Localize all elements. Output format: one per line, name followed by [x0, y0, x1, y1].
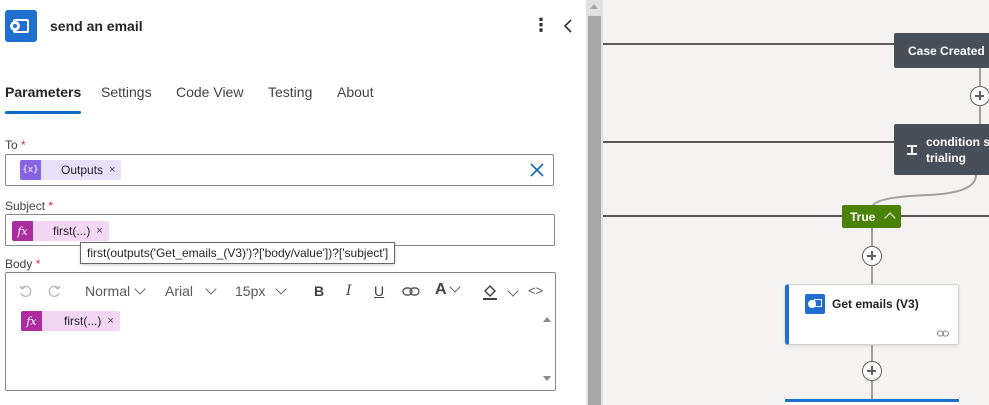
- scroll-up-icon[interactable]: [590, 4, 598, 9]
- expression-token[interactable]: fx first(...) ×: [12, 221, 109, 241]
- editor-toolbar: Normal Arial 15px B I U A <>: [6, 273, 556, 309]
- clear-icon[interactable]: [529, 162, 545, 178]
- required-mark: *: [48, 199, 54, 213]
- undo-icon[interactable]: [18, 284, 34, 300]
- connector-line: [603, 43, 895, 45]
- node-title: Get emails (V3): [832, 297, 919, 311]
- chevron-down-icon[interactable]: [507, 285, 519, 297]
- node-title: trialing: [926, 150, 967, 165]
- branch-label: True: [850, 209, 876, 224]
- code-view-button[interactable]: <>: [528, 283, 543, 298]
- required-mark: *: [35, 257, 41, 271]
- add-step-icon[interactable]: [862, 246, 882, 266]
- tab-testing[interactable]: Testing: [268, 78, 312, 114]
- font-select[interactable]: Arial: [165, 283, 217, 299]
- scroll-up-icon[interactable]: [543, 317, 551, 322]
- node-title: condition st: [926, 134, 989, 149]
- add-step-icon[interactable]: [862, 361, 882, 381]
- connector-line: [603, 141, 895, 143]
- font-color-label: A: [435, 281, 447, 298]
- token-label: first(...): [64, 314, 102, 328]
- next-action-node[interactable]: [785, 399, 959, 405]
- outlook-icon: [805, 294, 825, 314]
- body-label: Body *: [5, 257, 40, 271]
- condition-icon: [907, 144, 917, 155]
- to-label-text: To: [5, 138, 18, 152]
- to-field[interactable]: {x} Outputs ×: [5, 154, 554, 186]
- token-remove-icon[interactable]: ×: [109, 164, 121, 176]
- designer-canvas[interactable]: Case Created condition st trialing True: [603, 0, 989, 405]
- font-value: Arial: [165, 283, 194, 299]
- token-remove-icon[interactable]: ×: [107, 315, 119, 327]
- function-icon: fx: [12, 221, 33, 241]
- add-step-icon[interactable]: [970, 86, 989, 106]
- bold-button[interactable]: B: [314, 283, 324, 299]
- paint-bucket-icon[interactable]: [481, 283, 499, 301]
- node-title: Case Created: [908, 43, 985, 58]
- to-label: To *: [5, 138, 26, 152]
- scroll-down-icon[interactable]: [543, 376, 551, 381]
- link-icon: [937, 330, 949, 337]
- tab-code-view[interactable]: Code View: [176, 78, 243, 114]
- subject-label: Subject *: [5, 199, 53, 213]
- redo-icon[interactable]: [46, 284, 62, 300]
- size-value: 15px: [235, 283, 266, 299]
- tab-about[interactable]: About: [337, 78, 374, 114]
- variable-icon: {x}: [20, 160, 41, 180]
- more-vertical-icon[interactable]: ⋮: [532, 16, 550, 36]
- tab-settings[interactable]: Settings: [101, 78, 152, 114]
- action-details-panel: send an email ⋮ Parameters Settings Code…: [0, 0, 586, 405]
- subject-label-text: Subject: [5, 199, 46, 213]
- token-remove-icon[interactable]: ×: [96, 225, 108, 237]
- true-branch-badge[interactable]: True: [842, 205, 901, 228]
- panel-scrollbar[interactable]: [586, 0, 603, 405]
- chevron-left-icon[interactable]: [560, 14, 576, 38]
- scrollbar-thumb[interactable]: [588, 16, 601, 405]
- body-editor[interactable]: Normal Arial 15px B I U A <> fx first(..…: [5, 272, 556, 391]
- panel-header: send an email ⋮: [0, 0, 586, 54]
- outlook-icon: [5, 10, 37, 42]
- editor-scrollbar[interactable]: [541, 311, 553, 385]
- panel-title[interactable]: send an email: [50, 18, 143, 34]
- underline-button[interactable]: U: [374, 283, 384, 299]
- token-label: Outputs: [61, 163, 104, 177]
- size-select[interactable]: 15px: [235, 283, 288, 299]
- expression-tooltip: first(outputs('Get_emails_(V3)')?['body/…: [80, 242, 396, 264]
- outputs-token[interactable]: {x} Outputs ×: [20, 160, 122, 180]
- italic-button[interactable]: I: [346, 283, 352, 299]
- chevron-up-icon[interactable]: [884, 212, 896, 224]
- branch-connector: [871, 175, 977, 207]
- required-mark: *: [21, 138, 26, 152]
- condition-node[interactable]: condition st trialing: [894, 124, 989, 175]
- function-icon: fx: [21, 311, 42, 331]
- connector-line: [603, 215, 989, 217]
- app-root: send an email ⋮ Parameters Settings Code…: [0, 0, 989, 405]
- case-created-node[interactable]: Case Created: [894, 33, 989, 68]
- get-emails-node[interactable]: Get emails (V3): [785, 284, 959, 345]
- tab-parameters[interactable]: Parameters: [5, 78, 82, 114]
- format-value: Normal: [85, 283, 131, 299]
- font-color-button[interactable]: A: [435, 281, 461, 299]
- expression-token[interactable]: fx first(...) ×: [21, 311, 120, 331]
- link-icon[interactable]: [402, 286, 420, 298]
- body-label-text: Body: [5, 257, 33, 271]
- token-label: first(...): [53, 224, 91, 238]
- format-select[interactable]: Normal: [85, 283, 146, 299]
